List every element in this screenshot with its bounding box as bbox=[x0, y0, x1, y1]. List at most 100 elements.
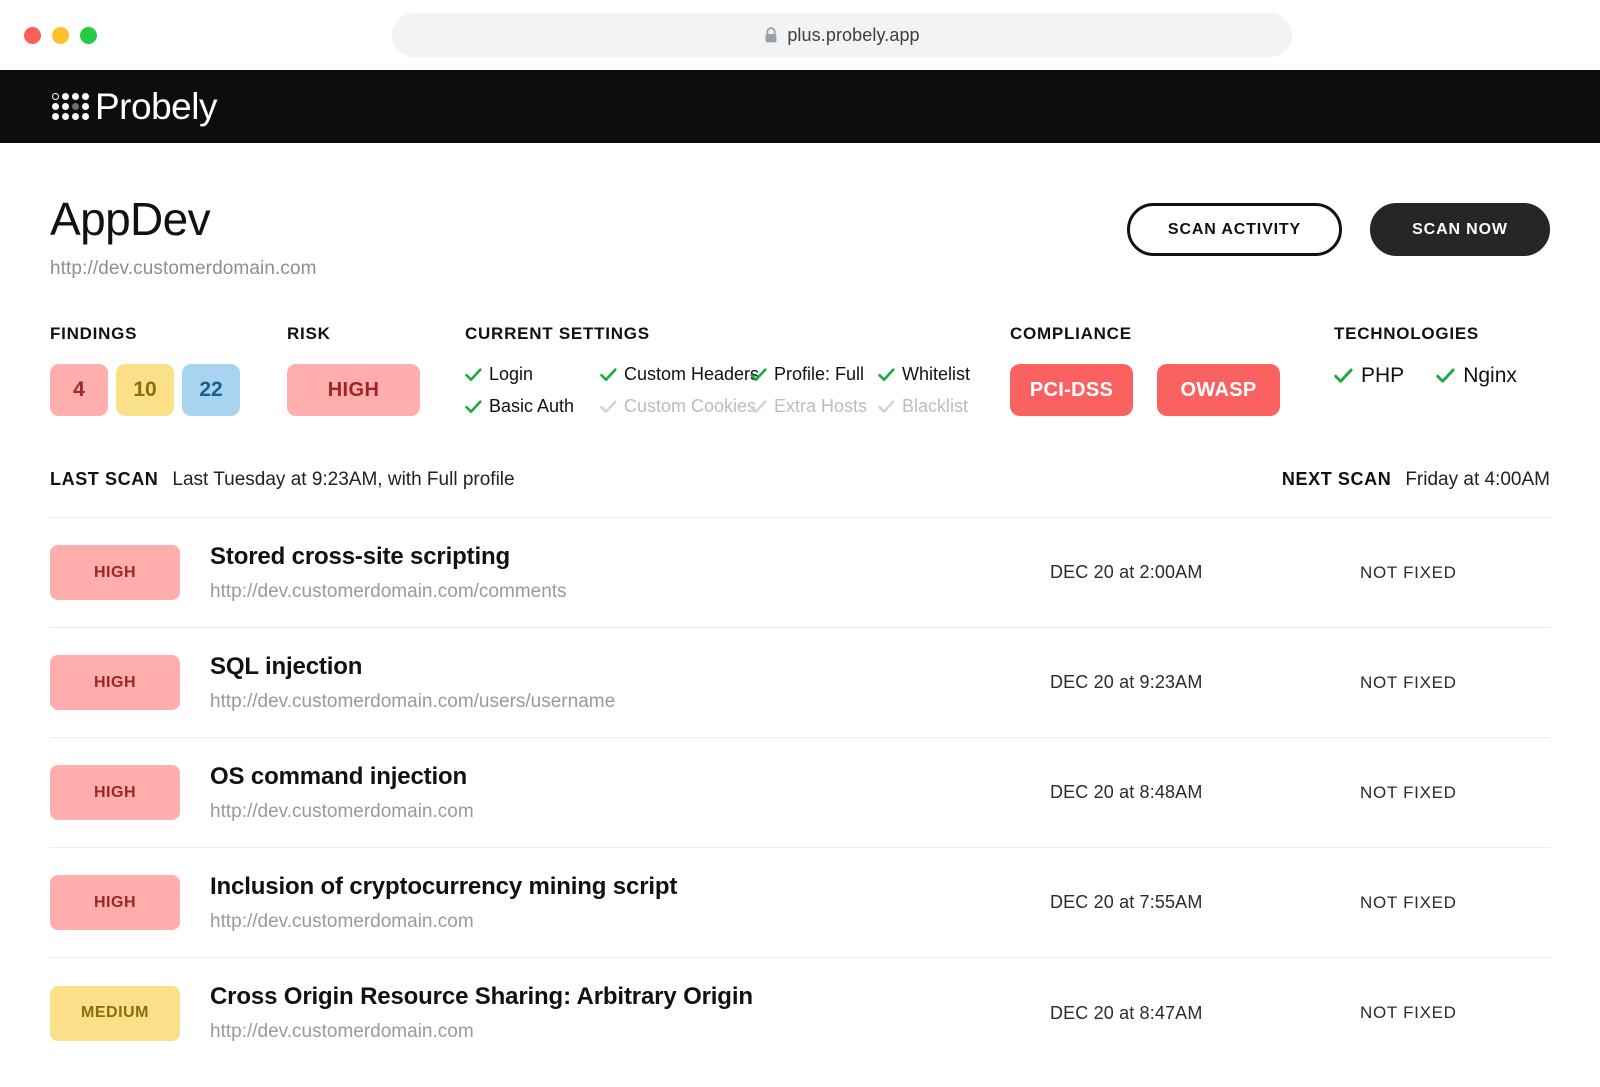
setting-extra-hosts: Extra Hosts bbox=[750, 396, 878, 417]
setting-label: Profile: Full bbox=[774, 364, 865, 385]
technology-nginx: Nginx bbox=[1436, 364, 1517, 388]
technologies-label: TECHNOLOGIES bbox=[1334, 324, 1480, 344]
current-settings-grid: Login Custom Headers Profile: Full White… bbox=[465, 364, 1010, 417]
table-row[interactable]: MEDIUM Cross Origin Resource Sharing: Ar… bbox=[50, 958, 1550, 1068]
check-icon-disabled bbox=[878, 400, 895, 414]
setting-label: Blacklist bbox=[902, 396, 969, 417]
lock-icon bbox=[764, 26, 778, 44]
finding-details: OS command injection http://dev.customer… bbox=[180, 763, 1050, 823]
next-scan-value: Friday at 4:00AM bbox=[1405, 469, 1550, 491]
setting-label: Whitelist bbox=[902, 364, 971, 385]
risk-summary: RISK HIGH bbox=[287, 324, 465, 417]
last-scan-info: LAST SCAN Last Tuesday at 9:23AM, with F… bbox=[50, 469, 515, 491]
setting-label: Basic Auth bbox=[489, 396, 575, 417]
finding-title[interactable]: OS command injection bbox=[210, 763, 1050, 792]
setting-label: Login bbox=[489, 364, 534, 385]
probely-logo-mark-icon bbox=[52, 93, 89, 120]
finding-details: Cross Origin Resource Sharing: Arbitrary… bbox=[180, 983, 1050, 1043]
status-badge: HIGH bbox=[50, 655, 180, 711]
check-icon bbox=[465, 400, 482, 414]
page-title: AppDev bbox=[50, 193, 211, 245]
window-traffic-lights bbox=[24, 26, 97, 44]
finding-date: DEC 20 at 8:47AM bbox=[1050, 1002, 1203, 1023]
finding-url[interactable]: http://dev.customerdomain.com bbox=[210, 911, 1050, 933]
setting-basic-auth: Basic Auth bbox=[465, 396, 600, 417]
window-minimize-button[interactable] bbox=[52, 26, 69, 44]
finding-status: NOT FIXED bbox=[1360, 1003, 1457, 1023]
finding-url[interactable]: http://dev.customerdomain.com/comments bbox=[210, 581, 1050, 603]
scan-activity-button[interactable]: SCAN ACTIVITY bbox=[1127, 203, 1342, 256]
finding-date: DEC 20 at 8:48AM bbox=[1050, 782, 1203, 803]
finding-details: SQL injection http://dev.customerdomain.… bbox=[180, 653, 1050, 713]
technologies-list: PHP Nginx bbox=[1334, 364, 1517, 388]
finding-title[interactable]: Inclusion of cryptocurrency mining scrip… bbox=[210, 873, 1050, 902]
finding-url[interactable]: http://dev.customerdomain.com/users/user… bbox=[210, 691, 1050, 713]
check-icon-disabled bbox=[600, 400, 617, 414]
table-row[interactable]: HIGH Inclusion of cryptocurrency mining … bbox=[50, 848, 1550, 959]
status-badge: HIGH bbox=[50, 545, 180, 601]
finding-status: NOT FIXED bbox=[1360, 672, 1457, 692]
last-scan-label: LAST SCAN bbox=[50, 469, 159, 490]
probely-logo-text: Probely bbox=[95, 86, 217, 127]
setting-label: Custom Headers bbox=[624, 364, 760, 385]
findings-count-medium[interactable]: 10 bbox=[116, 364, 174, 417]
page-header: AppDev http://dev.customerdomain.com SCA… bbox=[50, 143, 1550, 280]
header-actions: SCAN ACTIVITY SCAN NOW bbox=[1127, 195, 1550, 256]
setting-label: Custom Cookies bbox=[624, 396, 757, 417]
check-icon bbox=[600, 368, 617, 382]
compliance-summary: COMPLIANCE PCI-DSS OWASP bbox=[1010, 324, 1334, 417]
compliance-badge-pci-dss[interactable]: PCI-DSS bbox=[1010, 364, 1133, 417]
next-scan-info: NEXT SCAN Friday at 4:00AM bbox=[1282, 469, 1550, 491]
table-row[interactable]: HIGH SQL injection http://dev.customerdo… bbox=[50, 628, 1550, 739]
check-icon bbox=[1334, 368, 1353, 384]
finding-url[interactable]: http://dev.customerdomain.com bbox=[210, 1021, 1050, 1043]
target-url: http://dev.customerdomain.com bbox=[50, 258, 317, 280]
scan-now-button[interactable]: SCAN NOW bbox=[1370, 203, 1550, 256]
technologies-summary: TECHNOLOGIES PHP Nginx bbox=[1334, 324, 1517, 388]
finding-status: NOT FIXED bbox=[1360, 892, 1457, 912]
findings-count-high[interactable]: 4 bbox=[50, 364, 108, 417]
finding-date: DEC 20 at 2:00AM bbox=[1050, 562, 1203, 583]
check-icon-disabled bbox=[750, 400, 767, 414]
risk-badge: HIGH bbox=[287, 364, 420, 417]
technology-label: PHP bbox=[1361, 364, 1405, 388]
check-icon bbox=[750, 368, 767, 382]
findings-chip-row: 4 10 22 bbox=[50, 364, 287, 417]
findings-summary: FINDINGS 4 10 22 bbox=[50, 324, 287, 417]
table-row[interactable]: HIGH OS command injection http://dev.cus… bbox=[50, 738, 1550, 849]
setting-label: Extra Hosts bbox=[774, 396, 868, 417]
browser-chrome: plus.probely.app bbox=[0, 0, 1600, 70]
setting-custom-cookies: Custom Cookies bbox=[600, 396, 756, 417]
findings-count-low[interactable]: 22 bbox=[182, 364, 240, 417]
finding-url[interactable]: http://dev.customerdomain.com bbox=[210, 801, 1050, 823]
status-badge: HIGH bbox=[50, 875, 180, 931]
finding-title[interactable]: SQL injection bbox=[210, 653, 1050, 682]
finding-title[interactable]: Stored cross-site scripting bbox=[210, 543, 1050, 572]
address-bar[interactable]: plus.probely.app bbox=[392, 13, 1292, 57]
check-icon bbox=[465, 368, 482, 382]
compliance-badge-row: PCI-DSS OWASP bbox=[1010, 364, 1334, 417]
table-row[interactable]: HIGH Stored cross-site scripting http://… bbox=[50, 518, 1550, 629]
finding-title[interactable]: Cross Origin Resource Sharing: Arbitrary… bbox=[210, 983, 1050, 1012]
current-settings-summary: CURRENT SETTINGS Login Custom Headers Pr… bbox=[465, 324, 1010, 417]
current-settings-label: CURRENT SETTINGS bbox=[465, 324, 650, 344]
next-scan-label: NEXT SCAN bbox=[1281, 469, 1392, 490]
target-identity: AppDev http://dev.customerdomain.com bbox=[50, 195, 317, 280]
technology-label: Nginx bbox=[1463, 364, 1517, 388]
finding-date: DEC 20 at 7:55AM bbox=[1050, 892, 1203, 913]
risk-label: RISK bbox=[287, 324, 331, 344]
status-badge: MEDIUM bbox=[50, 985, 180, 1041]
probely-logo[interactable]: Probely bbox=[52, 88, 217, 125]
finding-status: NOT FIXED bbox=[1360, 782, 1457, 802]
setting-login: Login bbox=[465, 364, 600, 385]
finding-details: Inclusion of cryptocurrency mining scrip… bbox=[180, 873, 1050, 933]
finding-details: Stored cross-site scripting http://dev.c… bbox=[180, 543, 1050, 603]
last-scan-value: Last Tuesday at 9:23AM, with Full profil… bbox=[172, 469, 515, 491]
compliance-label: COMPLIANCE bbox=[1010, 324, 1132, 344]
check-icon bbox=[878, 368, 895, 382]
summary-stats: FINDINGS 4 10 22 RISK HIGH CURRENT SETTI… bbox=[50, 324, 1550, 417]
check-icon bbox=[1436, 368, 1455, 384]
window-close-button[interactable] bbox=[24, 26, 41, 44]
compliance-badge-owasp[interactable]: OWASP bbox=[1157, 364, 1280, 417]
window-maximize-button[interactable] bbox=[80, 26, 97, 44]
